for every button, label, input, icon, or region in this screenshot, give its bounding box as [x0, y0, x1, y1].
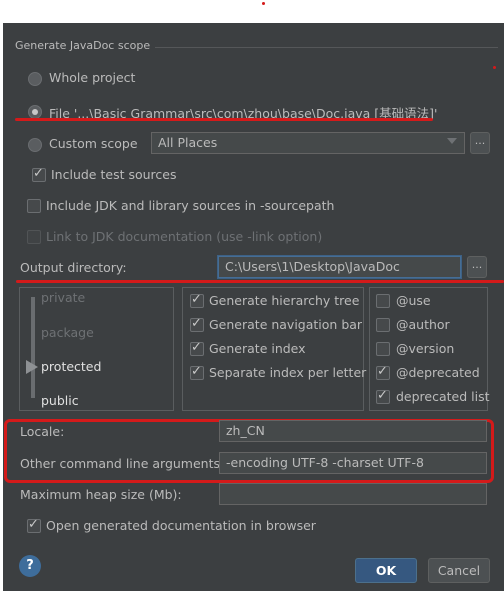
deprecated-tag-checkbox[interactable]: [376, 364, 390, 380]
open-in-browser-checkbox[interactable]: [27, 517, 41, 533]
custom-scope-browse-button[interactable]: ...: [470, 132, 490, 154]
deprecated-tag-label[interactable]: @deprecated: [396, 365, 480, 380]
include-test-sources-checkbox[interactable]: [32, 166, 46, 182]
output-directory-browse-button[interactable]: ...: [467, 256, 487, 278]
locale-label: Locale:: [20, 424, 65, 439]
use-tag-checkbox[interactable]: [376, 294, 390, 308]
visibility-slider-track[interactable]: [31, 297, 35, 398]
group-divider: [155, 47, 498, 48]
other-args-label: Other command line arguments:: [20, 456, 225, 471]
generate-index-label[interactable]: Generate index: [209, 341, 306, 356]
custom-scope-label[interactable]: Custom scope: [49, 136, 138, 151]
visibility-private[interactable]: private: [41, 290, 85, 305]
annotation-dot: [262, 2, 265, 5]
visibility-protected[interactable]: protected: [41, 359, 101, 374]
visibility-public[interactable]: public: [41, 393, 79, 408]
link-to-jdk-label[interactable]: Link to JDK documentation (use -link opt…: [46, 229, 322, 244]
help-icon[interactable]: ?: [19, 555, 41, 577]
version-tag-checkbox[interactable]: [376, 342, 390, 356]
visibility-slider-thumb[interactable]: [26, 360, 38, 374]
include-jdk-sources-checkbox[interactable]: [27, 199, 41, 213]
deprecated-list-checkbox[interactable]: [376, 388, 390, 404]
generate-index-checkbox[interactable]: [190, 340, 204, 356]
annotation-underline-output: [16, 280, 504, 283]
use-tag-label[interactable]: @use: [396, 293, 431, 308]
custom-scope-radio[interactable]: [28, 138, 42, 152]
include-test-sources-label[interactable]: Include test sources: [51, 167, 176, 182]
author-tag-checkbox[interactable]: [376, 318, 390, 332]
locale-input[interactable]: zh_CN: [219, 420, 487, 442]
include-jdk-sources-label[interactable]: Include JDK and library sources in -sour…: [46, 198, 334, 213]
separate-index-checkbox[interactable]: [190, 364, 204, 380]
max-heap-input[interactable]: [219, 483, 487, 505]
open-in-browser-label[interactable]: Open generated documentation in browser: [46, 518, 316, 533]
annotation-underline-file: [15, 118, 433, 121]
separate-index-label[interactable]: Separate index per letter: [209, 365, 366, 380]
annotation-dot: [493, 66, 496, 69]
visibility-package[interactable]: package: [41, 325, 94, 340]
scope-group-label: Generate JavaDoc scope: [15, 39, 151, 52]
radio-selected-dot: [32, 109, 38, 115]
author-tag-label[interactable]: @author: [396, 317, 450, 332]
generate-navigation-checkbox[interactable]: [190, 316, 204, 332]
version-tag-label[interactable]: @version: [396, 341, 454, 356]
chevron-down-icon: [447, 138, 457, 144]
custom-scope-select[interactable]: All Places: [151, 132, 465, 154]
whole-project-label[interactable]: Whole project: [49, 70, 135, 85]
whole-project-radio[interactable]: [28, 72, 42, 86]
generate-navigation-label[interactable]: Generate navigation bar: [209, 317, 362, 332]
other-args-input[interactable]: -encoding UTF-8 -charset UTF-8: [219, 452, 487, 474]
generate-hierarchy-checkbox[interactable]: [190, 292, 204, 308]
deprecated-list-label[interactable]: deprecated list: [396, 389, 490, 404]
ok-button[interactable]: OK: [355, 558, 417, 583]
link-to-jdk-checkbox[interactable]: [27, 230, 41, 244]
output-directory-label: Output directory:: [20, 260, 127, 275]
javadoc-dialog: Generate JavaDoc scope Whole project Fil…: [3, 23, 504, 591]
max-heap-label: Maximum heap size (Mb):: [20, 487, 182, 502]
output-directory-input[interactable]: C:\Users\1\Desktop\JavaDoc: [218, 256, 461, 278]
cancel-button[interactable]: Cancel: [428, 558, 490, 583]
generate-hierarchy-label[interactable]: Generate hierarchy tree: [209, 293, 359, 308]
file-scope-radio[interactable]: [28, 105, 42, 119]
